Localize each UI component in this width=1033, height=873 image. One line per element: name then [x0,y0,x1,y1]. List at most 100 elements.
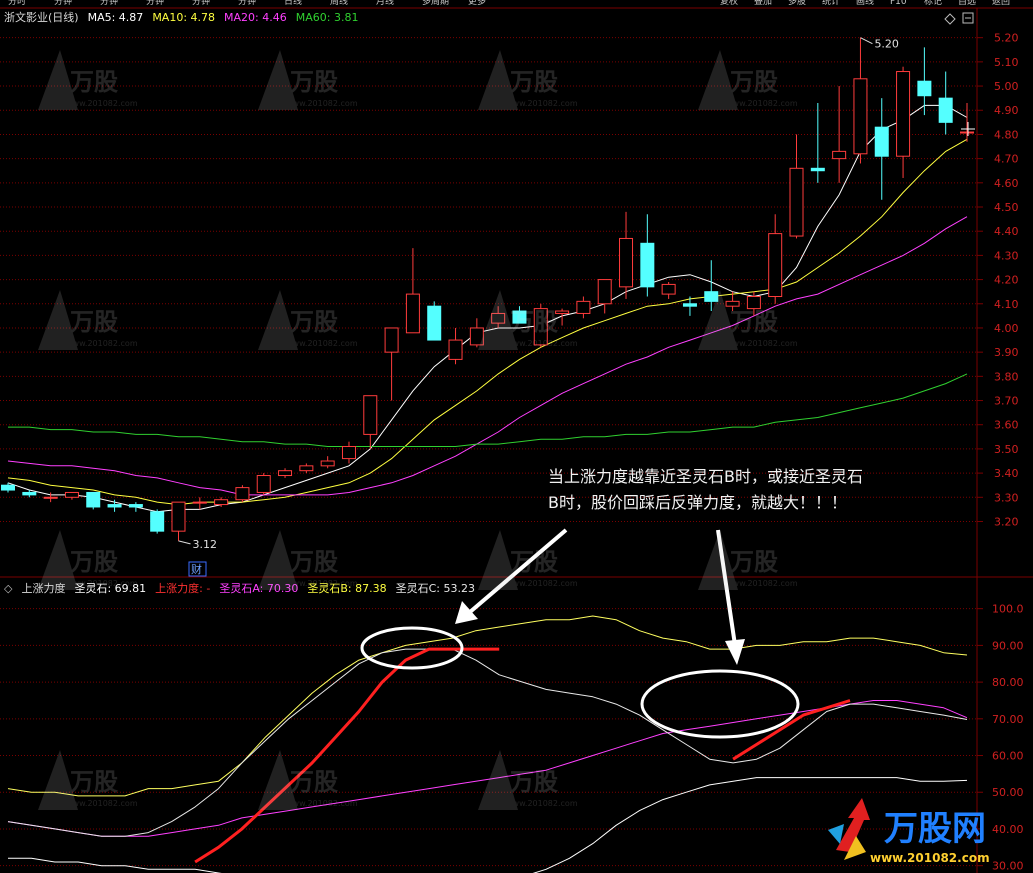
candle-body [192,501,207,504]
candle-body [363,395,378,435]
ma20-legend: MA20: 4.46 [224,10,287,24]
candle-body [171,501,186,532]
candle [619,211,634,299]
menu-item-9[interactable]: 多周期 [422,0,449,7]
candle [86,491,101,510]
menu-item-7[interactable]: 周线 [330,0,348,7]
candle [299,463,314,474]
candle-body [341,445,356,460]
watermark: 万股 www.201082.com [250,280,370,375]
menu-item-8[interactable]: 月线 [376,0,394,7]
menu-item-4[interactable]: 分钟 [192,0,210,7]
brand-logo: 万股网 www.201082.com [828,798,990,865]
candle-body [299,465,314,472]
menu-item-2[interactable]: 分钟 [100,0,118,7]
annotation-text: 当上涨力度越靠近圣灵石B时，或接近圣灵石 B时，股价回踩后反弹力度，就越大！！！ [548,464,928,516]
candle [320,456,335,469]
collapse-icon[interactable]: ◇ [4,582,12,595]
candle-body [405,293,420,334]
menu-item-6[interactable]: 日线 [284,0,302,7]
indicator-tick-label: 100.0 [992,603,1024,616]
svg-text:万股: 万股 [730,308,778,336]
price-tick-label: 3.30 [994,491,1019,504]
watermark: 万股 www.201082.com [470,520,590,615]
candle-body [789,167,804,237]
candle [597,279,612,314]
watermark: 万股 www.201082.com [250,40,370,135]
candle-body [853,78,868,155]
svg-text:www.201082.com: www.201082.com [66,579,138,588]
candle [235,485,250,503]
candle-body [874,126,889,157]
main-legend: 浙文影业(日线) MA5: 4.87 MA10: 4.78 MA20: 4.46… [4,9,358,25]
menu-item-5[interactable]: 分钟 [238,0,256,7]
candle-body [938,97,953,123]
menu-item-0[interactable]: 分时 [8,0,26,7]
indicator-tick-label: 70.00 [992,713,1024,726]
svg-text:www.201082.com: www.201082.com [66,99,138,108]
candle-body [214,499,229,506]
svg-text:www.201082.com: www.201082.com [66,339,138,348]
watermark: 万股 www.201082.com [690,520,810,615]
toolbar-item-7[interactable]: 自选 [958,0,976,7]
indicator-tick-label: 60.00 [992,750,1024,763]
high-price-label: 5.20 [874,38,899,51]
candle-body [448,339,463,360]
menu-item-10[interactable]: 更多 [468,0,486,7]
price-tick-label: 3.40 [994,467,1019,480]
candle-body [619,237,634,288]
candle [874,98,889,200]
toolbar-item-4[interactable]: 画线 [856,0,874,7]
candle-body [235,487,250,501]
svg-text:万股: 万股 [290,68,338,96]
candle-body [597,279,612,305]
indicator-s5: 圣灵石C: 53.23 [395,582,475,595]
svg-text:万股: 万股 [70,768,118,796]
watermark: 万股 www.201082.com [250,520,370,615]
toolbar-item-8[interactable]: 返回 [992,0,1010,7]
price-tick-label: 4.90 [994,104,1019,117]
candle [384,327,399,401]
menu-item-3[interactable]: 分钟 [146,0,164,7]
toolbar-item-2[interactable]: 多股 [788,0,806,7]
diamond-icon[interactable] [944,13,956,25]
candle-body [1,484,15,491]
price-tick-label: 4.60 [994,177,1019,190]
toolbar-item-1[interactable]: 叠加 [754,0,772,7]
svg-text:www.201082.com: www.201082.com [726,579,798,588]
price-tick-label: 3.80 [994,370,1019,383]
svg-text:万股: 万股 [290,548,338,576]
candle [789,134,804,239]
annotation-line-2: B时，股价回踩后反弹力度，就越大！！！ [548,493,847,512]
right-toolbar[interactable]: 复权 叠加 多股 统计 画线 F10 标记 自选 返回 [720,0,1010,7]
crosshair-cursor [961,122,975,136]
menu-item-1[interactable]: 分钟 [54,0,72,7]
price-tick-label: 4.00 [994,322,1019,335]
svg-text:万股: 万股 [510,68,558,96]
toolbar-item-5[interactable]: F10 [890,0,907,7]
candle-body [896,71,911,157]
price-tick-label: 5.00 [994,80,1019,93]
indicator-tick-label: 90.00 [992,639,1024,652]
svg-text:万股: 万股 [730,68,778,96]
candle-body [150,511,165,532]
toolbar-item-0[interactable]: 复权 [720,0,738,7]
period-menu[interactable]: 分时 分钟 分钟 分钟 分钟 分钟 日线 周线 月线 多周期 更多 [8,0,486,7]
settings-icon[interactable] [962,12,974,24]
toolbar-item-3[interactable]: 统计 [822,0,840,7]
svg-text:万股: 万股 [70,548,118,576]
ma10-legend: MA10: 4.78 [152,10,216,24]
candle-body [427,305,442,341]
candle-body [917,80,932,97]
toolbar-item-6[interactable]: 标记 [924,0,942,7]
indicator-tick-label: 80.00 [992,676,1024,689]
price-tick-label: 4.20 [994,274,1019,287]
svg-text:万股: 万股 [290,308,338,336]
candle-body [256,475,271,493]
low-marker: 3.12 [178,538,217,551]
watermark: 万股 www.201082.com [30,520,150,615]
candle-body [832,150,847,160]
candle [341,441,356,464]
low-price-label: 3.12 [192,538,217,551]
finance-badge[interactable]: 财 [188,561,207,577]
